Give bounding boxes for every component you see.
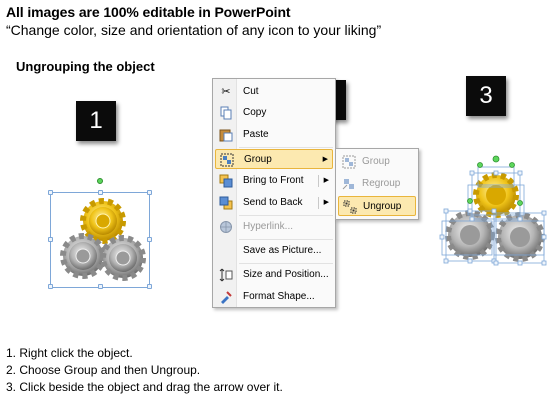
instructions-list: 1. Right click the object. 2. Choose Gro… [6, 345, 283, 396]
group-submenu: Group Regroup Ungroup [335, 148, 419, 220]
scissors-icon: ✂ [221, 86, 231, 98]
section-heading: Ungrouping the object [16, 59, 155, 74]
instruction-step: 2. Choose Group and then Ungroup. [6, 363, 201, 377]
menu-item-hyperlink: Hyperlink... [215, 217, 333, 237]
step-badge-1: 1 [76, 101, 116, 141]
grey-gear-icon [60, 233, 106, 279]
ungrouped-gears-object[interactable] [438, 155, 548, 275]
format-shape-icon [219, 290, 233, 304]
menu-item-cut[interactable]: ✂ Cut [215, 82, 333, 102]
gears-illustration [60, 198, 146, 281]
group-icon [220, 153, 234, 167]
size-position-icon [219, 268, 233, 282]
ungroup-icon [343, 200, 357, 214]
menu-item-paste[interactable]: Paste [215, 125, 333, 145]
menu-item-group[interactable]: Group ▶ [215, 149, 333, 169]
menu-item-copy[interactable]: Copy [215, 103, 333, 123]
instruction-step: 3. Click beside the object and drag the … [6, 380, 283, 394]
submenu-item-regroup: Regroup [338, 174, 416, 194]
menu-item-send-to-back[interactable]: Send to Back ▶ [215, 193, 333, 213]
submenu-arrow-icon: ▶ [322, 156, 328, 163]
send-to-back-icon [219, 196, 233, 210]
menu-item-bring-to-front[interactable]: Bring to Front ▶ [215, 171, 333, 191]
submenu-arrow-icon: ▶ [323, 199, 329, 206]
grouped-gears-object[interactable] [48, 178, 154, 290]
page-subtitle: “Change color, size and orientation of a… [6, 22, 382, 38]
paste-icon [219, 128, 233, 142]
context-menu: ✂ Cut Copy Paste Group ▶ Bring to Front … [212, 78, 336, 308]
menu-item-format-shape[interactable]: Format Shape... [215, 287, 333, 307]
submenu-item-group: Group [338, 152, 416, 172]
page-title: All images are 100% editable in PowerPoi… [6, 4, 291, 20]
menu-item-save-as-picture[interactable]: Save as Picture... [215, 241, 333, 261]
bring-to-front-icon [219, 174, 233, 188]
step-badge-3: 3 [466, 76, 506, 116]
ungrouped-gears-illustration [439, 155, 547, 266]
submenu-item-ungroup[interactable]: Ungroup [338, 196, 416, 216]
regroup-icon [342, 177, 356, 191]
grey-gear-icon [100, 235, 146, 281]
grey-gear-icon [495, 212, 545, 262]
menu-item-size-and-position[interactable]: Size and Position... [215, 265, 333, 285]
copy-icon [219, 106, 233, 120]
instruction-step: 1. Right click the object. [6, 346, 133, 360]
group-icon [342, 155, 356, 169]
submenu-arrow-icon: ▶ [323, 177, 329, 184]
hyperlink-icon [219, 220, 233, 234]
